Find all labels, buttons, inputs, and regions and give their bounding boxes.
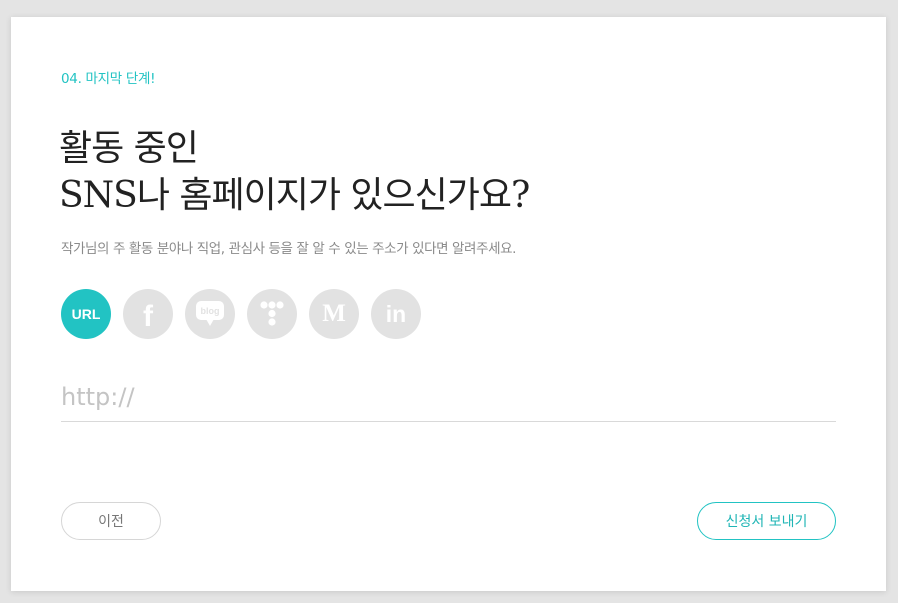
title-line-2: SNS나 홈페이지가 있으신가요? xyxy=(59,175,530,216)
page-subtitle: 작가님의 주 활동 분야나 직업, 관심사 등을 잘 알 수 있는 주소가 있다… xyxy=(61,241,517,257)
linkedin-icon-label: in xyxy=(385,300,407,327)
medium-icon[interactable]: M xyxy=(309,289,359,339)
blog-icon[interactable]: blog xyxy=(185,289,235,339)
tumblbug-dots-icon xyxy=(260,301,284,326)
url-input[interactable] xyxy=(61,373,836,422)
facebook-icon[interactable]: f xyxy=(123,289,173,339)
url-icon-label: URL xyxy=(71,306,101,322)
facebook-icon-label: f xyxy=(143,300,153,333)
tumblbug-icon[interactable] xyxy=(247,289,297,339)
blog-bubble-icon: blog xyxy=(196,301,224,326)
submit-application-button[interactable]: 신청서 보내기 xyxy=(697,502,836,540)
form-card: 04. 마지막 단계! 활동 중인 SNS나 홈페이지가 있으신가요? 작가님의… xyxy=(11,17,886,591)
url-icon[interactable]: URL xyxy=(61,289,111,339)
title-line-1: 활동 중인 xyxy=(59,128,199,169)
prev-button[interactable]: 이전 xyxy=(61,502,161,540)
page-title: 활동 중인 SNS나 홈페이지가 있으신가요? xyxy=(59,125,530,219)
sns-type-selector: URL f blog M in xyxy=(61,289,421,339)
linkedin-icon[interactable]: in xyxy=(371,289,421,339)
medium-icon-label: M xyxy=(322,300,346,327)
blog-icon-label: blog xyxy=(201,306,220,316)
step-label: 04. 마지막 단계! xyxy=(61,71,156,87)
